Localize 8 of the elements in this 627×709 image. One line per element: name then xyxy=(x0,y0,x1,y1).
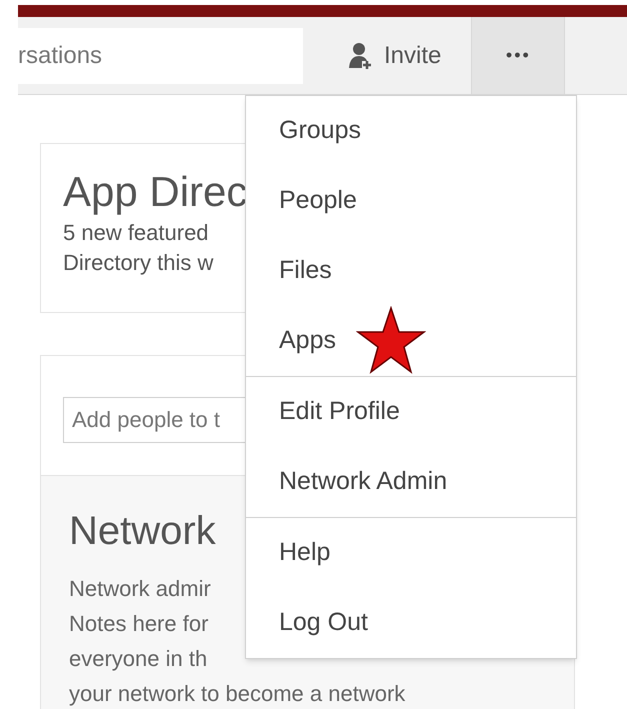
card-text: Network admir xyxy=(69,575,211,603)
card-text: Notes here for xyxy=(69,610,208,638)
card-text: 5 new featured xyxy=(63,219,209,247)
card-text: Directory this w xyxy=(63,249,214,277)
card-title: App Direc xyxy=(63,167,248,217)
card-text: everyone in th xyxy=(69,645,208,673)
card-text: your network to become a network xyxy=(69,680,406,708)
card-title: Network xyxy=(69,508,216,555)
